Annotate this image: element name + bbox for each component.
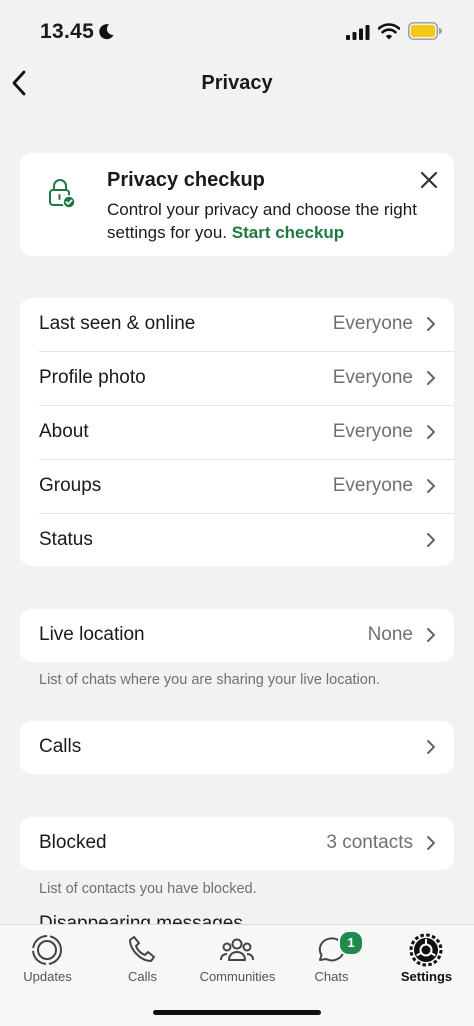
checkup-description: Control your privacy and choose the righ… [107, 198, 447, 244]
about-row[interactable]: About Everyone [20, 406, 454, 460]
live-location-footnote: List of chats where you are sharing your… [39, 672, 380, 688]
communities-icon [220, 938, 254, 961]
chevron-right-icon [427, 836, 435, 850]
clock: 13.45 [40, 20, 95, 43]
tab-label: Communities [199, 969, 276, 984]
tab-chats[interactable]: 1 Chats [284, 925, 379, 995]
tab-settings[interactable]: Settings [379, 925, 474, 995]
row-label: Groups [39, 475, 102, 496]
tab-label: Calls [128, 969, 157, 984]
chevron-right-icon [427, 533, 435, 547]
chevron-right-icon [427, 628, 435, 642]
checkup-title: Privacy checkup [107, 169, 265, 191]
calls-row[interactable]: Calls [20, 721, 454, 775]
chevron-right-icon [427, 479, 435, 493]
row-label: Last seen & online [39, 313, 196, 334]
row-label: Blocked [39, 832, 107, 853]
navigation-bar: Privacy [0, 62, 474, 110]
row-value: Everyone [332, 367, 413, 388]
calls-card: Calls [20, 721, 454, 774]
tab-label: Chats [314, 969, 349, 984]
cellular-signal-icon [346, 25, 370, 40]
tab-label: Settings [400, 969, 453, 984]
row-value: Everyone [332, 475, 413, 496]
unread-badge: 1 [338, 930, 364, 956]
page-title: Privacy [201, 72, 273, 94]
row-label: Profile photo [39, 367, 146, 388]
live-location-card: Live location None [20, 609, 454, 662]
profile-photo-row[interactable]: Profile photo Everyone [20, 352, 454, 406]
settings-gear-icon [409, 933, 443, 967]
row-value: Everyone [332, 421, 413, 442]
tab-calls[interactable]: Calls [95, 925, 190, 995]
status-row[interactable]: Status [20, 514, 454, 568]
privacy-checkup-card[interactable]: Privacy checkup Control your privacy and… [20, 153, 454, 256]
blocked-footnote: List of contacts you have blocked. [39, 881, 257, 897]
live-location-row[interactable]: Live location None [20, 609, 454, 663]
blocked-card: Blocked 3 contacts [20, 817, 454, 870]
row-label: Status [39, 529, 93, 550]
phone-icon [129, 936, 155, 962]
tab-label: Updates [23, 969, 72, 984]
battery-icon [408, 22, 442, 40]
home-indicator [153, 1010, 321, 1015]
start-checkup-link[interactable]: Start checkup [232, 223, 344, 242]
chevron-right-icon [427, 317, 435, 331]
row-value: None [367, 624, 413, 645]
chevron-right-icon [427, 425, 435, 439]
privacy-settings-list: Last seen & online Everyone Profile phot… [20, 298, 454, 566]
updates-icon [32, 935, 62, 965]
tab-communities[interactable]: Communities [190, 925, 285, 995]
last-seen-row[interactable]: Last seen & online Everyone [20, 298, 454, 352]
close-icon[interactable] [420, 171, 438, 189]
row-label: Calls [39, 736, 82, 757]
chevron-right-icon [427, 371, 435, 385]
lock-check-icon [49, 179, 76, 209]
row-value: Everyone [332, 313, 413, 334]
blocked-row[interactable]: Blocked 3 contacts [20, 817, 454, 871]
groups-row[interactable]: Groups Everyone [20, 460, 454, 514]
chevron-right-icon [427, 740, 435, 754]
moon-icon [99, 24, 114, 40]
wifi-icon [378, 23, 400, 40]
row-label: About [39, 421, 89, 442]
tab-updates[interactable]: Updates [0, 925, 95, 995]
row-label: Live location [39, 624, 145, 645]
row-value: 3 contacts [326, 832, 413, 853]
status-bar: 13.45 [0, 0, 474, 62]
